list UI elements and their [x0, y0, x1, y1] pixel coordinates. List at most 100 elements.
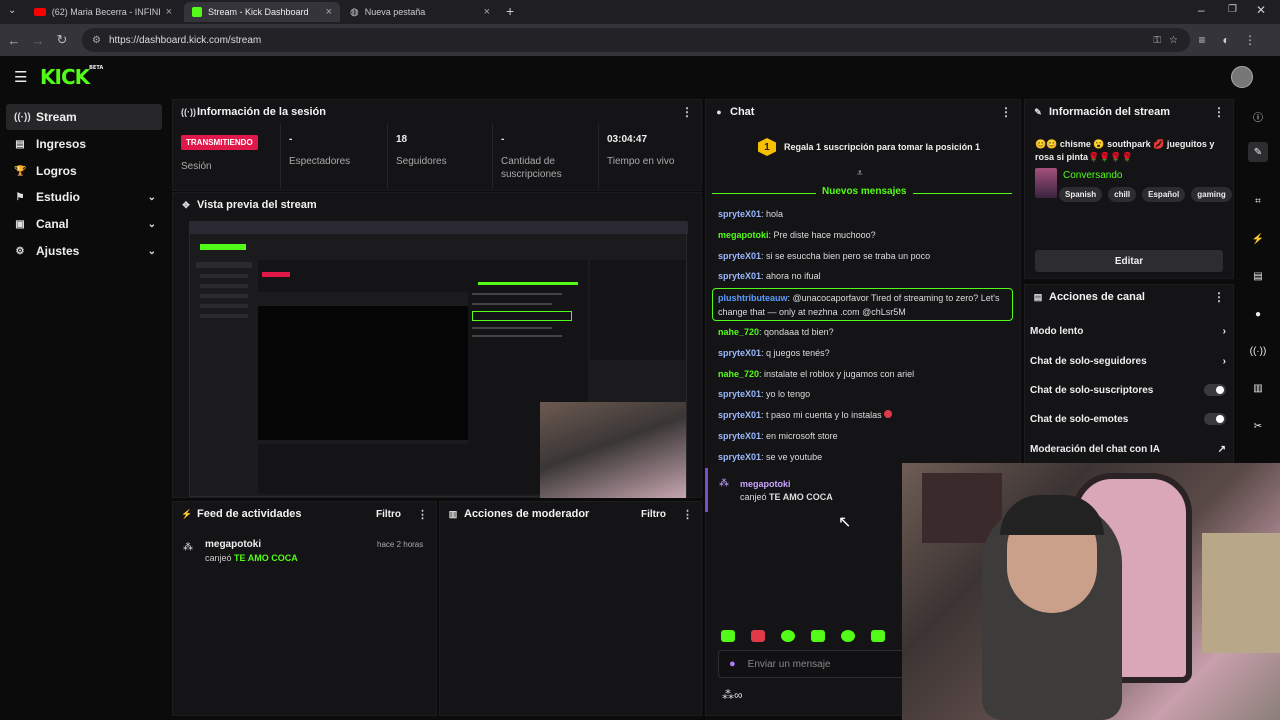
followers-only-row[interactable]: Chat de solo-seguidores › [1030, 350, 1226, 372]
close-icon[interactable]: × [166, 6, 172, 18]
sidebar-item-canal[interactable]: ▣ Canal ⌄ [6, 211, 162, 237]
sidebar-item-label: Ingresos [36, 137, 87, 151]
forward-icon[interactable]: → [26, 33, 50, 48]
collapse-icon[interactable]: ⩡ [857, 168, 863, 179]
stream-category[interactable]: Conversando [1063, 170, 1122, 181]
tag[interactable]: chill [1108, 187, 1137, 202]
chat-username[interactable]: spryteX01 [718, 452, 761, 462]
stat-value: - [289, 134, 293, 145]
subscribers-only-toggle[interactable] [1204, 384, 1226, 396]
browser-menu-icon[interactable]: ⋮ [1238, 33, 1262, 47]
close-icon[interactable]: × [484, 6, 490, 18]
emote-icon[interactable] [781, 630, 795, 642]
microphone-icon[interactable]: ● [729, 658, 736, 670]
chat-username[interactable]: spryteX01 [718, 431, 761, 441]
chat-username[interactable]: spryteX01 [718, 348, 761, 358]
url-field[interactable]: ⚙ https://dashboard.kick.com/stream ⚿ ☆ [82, 28, 1190, 52]
document-icon[interactable]: ▤ [1248, 266, 1268, 286]
mini-stream-info [590, 260, 686, 360]
chat-username[interactable]: nahe_720 [718, 327, 759, 337]
chat-username[interactable]: spryteX01 [718, 410, 761, 420]
emote-icon[interactable] [871, 630, 885, 642]
more-options-icon[interactable]: ⋮ [417, 508, 428, 521]
user-avatar[interactable] [1231, 66, 1253, 88]
tab-new[interactable]: ◍ Nueva pestaña × [342, 2, 498, 22]
more-options-icon[interactable]: ⋮ [681, 105, 693, 119]
new-tab-icon[interactable]: + [506, 3, 514, 19]
redeem-username[interactable]: megapotoki [740, 479, 791, 489]
focus-icon[interactable]: ⌗ [1248, 191, 1268, 211]
action-label: Modo lento [1030, 325, 1084, 337]
tag[interactable]: Spanish [1059, 187, 1103, 202]
chat-message: spryteX01: se ve youtube [718, 452, 823, 462]
minimize-icon[interactable]: – [1198, 3, 1205, 17]
category-thumbnail[interactable] [1035, 168, 1057, 198]
chat-username[interactable]: spryteX01 [718, 271, 761, 281]
chat-username[interactable]: spryteX01 [718, 389, 761, 399]
filter-button[interactable]: Filtro [641, 509, 666, 520]
panel-title: Vista previa del stream [197, 199, 317, 211]
chat-input-placeholder: Enviar un mensaje [747, 658, 831, 670]
emote-icon[interactable] [751, 630, 765, 642]
chat-settings-icon[interactable]: ⁂∞ [722, 688, 743, 702]
sidebar-item-logros[interactable]: 🏆 Logros [6, 158, 162, 184]
filter-button[interactable]: Filtro [376, 509, 401, 520]
sidebar-item-ajustes[interactable]: ⚙ Ajustes ⌄ [6, 238, 162, 264]
window-close-icon[interactable]: ✕ [1256, 3, 1266, 17]
chat-message: spryteX01: yo lo tengo [718, 389, 811, 399]
pencil-icon[interactable]: ✎ [1248, 142, 1268, 162]
restore-icon[interactable]: ❐ [1228, 4, 1237, 15]
emote-icon[interactable] [841, 630, 855, 642]
stream-preview-video[interactable] [189, 221, 688, 498]
tag[interactable]: gaming [1191, 187, 1232, 202]
chat-username[interactable]: spryteX01 [718, 209, 761, 219]
feed-username[interactable]: megapotoki [205, 539, 261, 550]
profile-avatar-icon[interactable]: ◐ [1214, 33, 1238, 47]
more-options-icon[interactable]: ⋮ [1000, 105, 1012, 119]
edit-button[interactable]: Editar [1035, 250, 1223, 272]
tab-list-chevron-icon[interactable]: ⌄ [8, 5, 16, 16]
chat-text: Pre diste hace muchooo? [773, 230, 876, 240]
emotes-only-toggle[interactable] [1204, 413, 1226, 425]
info-icon[interactable]: ⓘ [1248, 106, 1268, 126]
bookmark-star-icon[interactable]: ☆ [1169, 35, 1178, 46]
more-options-icon[interactable]: ⋮ [1213, 105, 1225, 119]
sidebar-item-ingresos[interactable]: ▤ Ingresos [6, 131, 162, 157]
new-messages-label: Nuevos mensajes [816, 186, 913, 197]
password-key-icon[interactable]: ⚿ [1153, 35, 1161, 46]
mouse-cursor-icon: ↖ [838, 514, 852, 531]
broadcast-icon[interactable]: ((·)) [1248, 341, 1268, 361]
chat-username[interactable]: nahe_720 [718, 369, 759, 379]
chat-username[interactable]: spryteX01 [718, 251, 761, 261]
tag[interactable]: Español [1142, 187, 1186, 202]
more-options-icon[interactable]: ⋮ [1213, 290, 1225, 304]
tab-kick-dashboard[interactable]: Stream - Kick Dashboard × [184, 2, 340, 22]
chat-text: change that — only at nezhna .com @chLsr… [718, 307, 906, 317]
emote-icon[interactable] [721, 630, 735, 642]
sidebar-item-stream[interactable]: ((·)) Stream [6, 104, 162, 130]
wrench-icon[interactable]: ✂ [1248, 416, 1268, 436]
more-options-icon[interactable]: ⋮ [682, 508, 693, 521]
sidebar-item-estudio[interactable]: ⚑ Estudio ⌄ [6, 184, 162, 210]
feed-time: hace 2 horas [377, 540, 424, 549]
lightning-icon[interactable]: ⚡ [1248, 229, 1268, 249]
gift-sub-promo[interactable]: Regala 1 suscripción para tomar la posic… [784, 142, 980, 152]
chat-username[interactable]: plushtributeauw [718, 293, 788, 303]
close-icon[interactable]: × [326, 6, 332, 18]
chat-username[interactable]: megapotoki [718, 230, 769, 240]
ai-moderation-row[interactable]: Moderación del chat con IA ↗ [1030, 438, 1226, 460]
layout-icon[interactable]: ▥ [1248, 378, 1268, 398]
tab-youtube[interactable]: (62) Maria Becerra - INFINITOS × [26, 2, 180, 22]
hamburger-menu-icon[interactable]: ☰ [14, 68, 27, 86]
chat-bubble-icon[interactable]: ● [1248, 304, 1268, 324]
media-control-icon[interactable]: ≡ [1190, 33, 1214, 47]
slow-mode-row[interactable]: Modo lento › [1030, 320, 1226, 342]
mini-webcam [540, 402, 686, 498]
reload-icon[interactable]: ↻ [50, 32, 74, 48]
emote-icon[interactable] [811, 630, 825, 642]
chat-text: en microsoft store [766, 431, 838, 441]
kick-logo[interactable]: KICKBETA [40, 65, 103, 89]
back-icon[interactable]: ← [2, 33, 26, 48]
chat-message-input[interactable]: ● Enviar un mensaje [718, 650, 908, 678]
site-info-icon[interactable]: ⚙ [92, 35, 101, 46]
